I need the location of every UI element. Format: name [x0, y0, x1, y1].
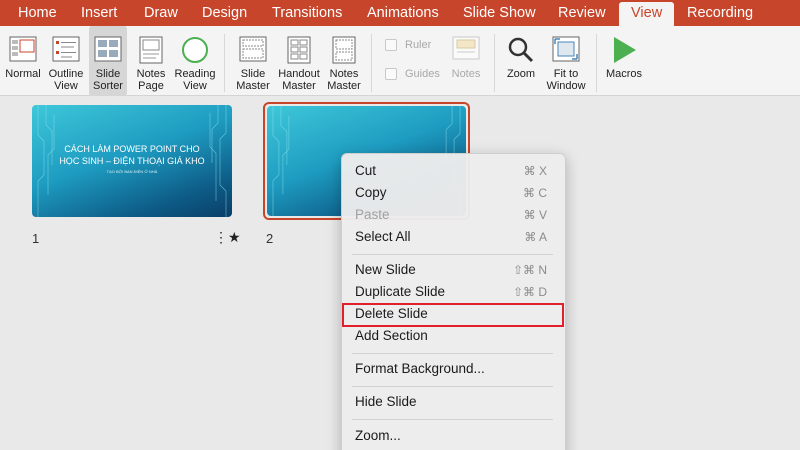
tab-view[interactable]: View [619, 2, 675, 26]
notes-button[interactable]: Notes [447, 26, 485, 96]
normal-view-icon [9, 36, 37, 62]
guides-checkbox[interactable]: Guides [385, 68, 440, 81]
tab-slide-show[interactable]: Slide Show [463, 0, 536, 26]
notes-master-label: Notes Master [327, 68, 361, 92]
menu-item-zoom[interactable]: Zoom... [342, 426, 565, 446]
slide-1-title: CÁCH LÀM POWER POINT CHO HỌC SINH – ĐIỆN … [59, 144, 205, 166]
reading-view-label: Reading View [174, 68, 216, 92]
ribbon-separator [224, 34, 225, 92]
macros-button[interactable]: Macros [603, 26, 645, 96]
zoom-label: Zoom [506, 68, 536, 80]
transition-star-icon: ⋮★ [214, 229, 241, 245]
ruler-checkbox-box [385, 39, 397, 52]
handout-master-button[interactable]: Handout Master [276, 26, 322, 96]
notes-master-icon [332, 36, 356, 64]
menu-item-add-section[interactable]: Add Section [342, 326, 565, 346]
notes-master-button[interactable]: Notes Master [324, 26, 364, 96]
outline-view-icon [52, 36, 80, 62]
tab-home[interactable]: Home [18, 0, 57, 26]
fit-to-window-button[interactable]: Fit to Window [543, 26, 589, 96]
handout-master-icon [287, 36, 311, 64]
ribbon-view: Normal Outline View Slide Sorter Notes Page… [0, 26, 800, 96]
ruler-label: Ruler [405, 39, 432, 51]
notes-page-icon [139, 36, 163, 64]
menu-item-duplicate-slide[interactable]: Duplicate Slide ⇧⌘ D [342, 282, 565, 302]
outline-view-label: Outline View [48, 68, 84, 92]
shortcut-duplicate-slide: ⇧⌘ D [512, 285, 547, 299]
handout-master-label: Handout Master [278, 68, 320, 92]
delete-slide-highlight-box [342, 303, 564, 327]
menu-item-cut[interactable]: Cut ⌘ X [342, 161, 565, 181]
menu-item-format-background[interactable]: Format Background... [342, 359, 565, 379]
reading-view-button[interactable]: Reading View [173, 26, 217, 96]
slide-master-button[interactable]: Slide Master [232, 26, 274, 96]
menu-item-hide-slide[interactable]: Hide Slide [342, 392, 565, 412]
notes-icon [452, 36, 480, 60]
zoom-button[interactable]: Zoom [503, 26, 539, 96]
menu-separator [352, 254, 553, 255]
menu-item-copy[interactable]: Copy ⌘ C [342, 183, 565, 203]
ribbon-separator [371, 34, 372, 92]
menu-item-select-all[interactable]: Select All ⌘ A [342, 227, 565, 247]
slide-master-icon [239, 36, 267, 62]
ribbon-tab-bar: Home Insert Draw Design Transitions Anim… [0, 0, 800, 26]
normal-view-button[interactable]: Normal [3, 26, 43, 96]
notes-label: Notes [451, 68, 481, 80]
menu-separator [352, 386, 553, 387]
slide-sorter-icon [94, 36, 122, 62]
normal-label: Normal [5, 68, 41, 80]
guides-label: Guides [405, 68, 440, 80]
shortcut-paste: ⌘ V [523, 208, 547, 222]
slide-thumbnail-1[interactable]: CÁCH LÀM POWER POINT CHO HỌC SINH – ĐIỆN … [32, 105, 232, 217]
ribbon-separator [596, 34, 597, 92]
tab-review[interactable]: Review [558, 0, 606, 26]
shortcut-copy: ⌘ C [523, 186, 547, 200]
notes-page-button[interactable]: Notes Page [131, 26, 171, 96]
shortcut-new-slide: ⇧⌘ N [512, 263, 547, 277]
ribbon-separator [494, 34, 495, 92]
guides-checkbox-box [385, 68, 397, 81]
menu-item-new-slide[interactable]: New Slide ⇧⌘ N [342, 260, 565, 280]
slide-master-label: Slide Master [236, 68, 270, 92]
menu-separator [352, 419, 553, 420]
notes-page-label: Notes Page [136, 68, 166, 92]
menu-separator [352, 353, 553, 354]
fit-to-window-icon [552, 36, 580, 62]
ruler-checkbox[interactable]: Ruler [385, 39, 432, 52]
shortcut-select-all: ⌘ A [524, 230, 547, 244]
slide-sorter-button[interactable]: Slide Sorter [89, 26, 127, 96]
tab-insert[interactable]: Insert [81, 0, 117, 26]
tab-draw[interactable]: Draw [144, 0, 178, 26]
magnifier-icon [508, 37, 534, 63]
fit-to-window-label: Fit to Window [546, 68, 586, 92]
slide-sorter-label: Slide Sorter [93, 68, 123, 92]
menu-item-paste: Paste ⌘ V [342, 205, 565, 225]
slide-number-2: 2 [266, 231, 274, 246]
play-icon [614, 37, 636, 63]
slide-number-1: 1 [32, 231, 40, 246]
tab-transitions[interactable]: Transitions [272, 0, 342, 26]
shortcut-cut: ⌘ X [523, 164, 547, 178]
tab-animations[interactable]: Animations [367, 0, 439, 26]
tab-recording[interactable]: Recording [687, 0, 753, 26]
context-menu: Cut ⌘ X Copy ⌘ C Paste ⌘ V Select All ⌘ A Ne… [341, 153, 566, 450]
macros-label: Macros [605, 68, 643, 80]
reading-view-icon [182, 37, 208, 63]
slide-1-subtitle: TẠO BỞI BẠN ĐIỆN Ở NHÀ [106, 169, 158, 174]
tab-design[interactable]: Design [202, 0, 247, 26]
outline-view-button[interactable]: Outline View [45, 26, 87, 96]
